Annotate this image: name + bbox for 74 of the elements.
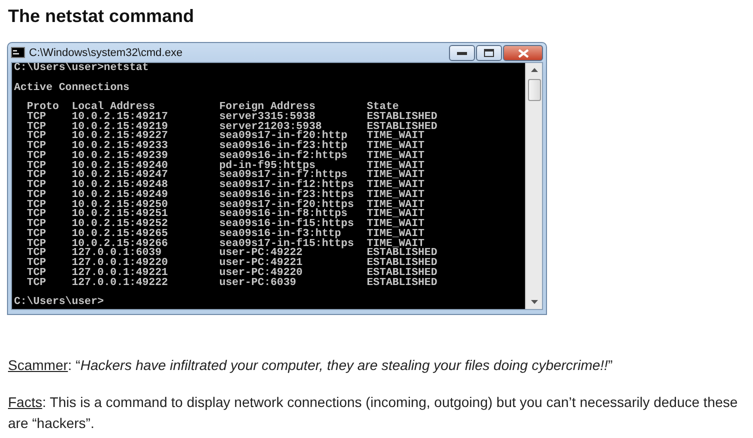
foreign-address-cell: sea09s17-in-f12:https — [219, 179, 354, 191]
proto-cell: TCP — [26, 150, 46, 162]
proto-cell: TCP — [26, 110, 46, 123]
proto-cell: TCP — [26, 188, 46, 201]
heading: The netstat command — [8, 5, 196, 28]
close-icon — [518, 48, 528, 58]
state-cell: ESTABLISHED — [366, 257, 438, 269]
local-address-cell: 10.0.2.15:49248 — [72, 179, 168, 191]
state-cell: ESTABLISHED — [366, 110, 438, 123]
scroll-down-icon[interactable] — [530, 300, 538, 304]
state-cell: TIME_WAIT — [366, 208, 424, 220]
column-header: State — [366, 101, 399, 113]
state-cell: TIME_WAIT — [366, 238, 424, 250]
local-address-cell: 10.0.2.15:49252 — [72, 218, 168, 230]
foreign-address-cell: sea09s16-in-f2:https — [219, 150, 348, 162]
state-cell: ESTABLISHED — [366, 276, 438, 288]
state-cell: TIME_WAIT — [366, 228, 424, 240]
state-cell: TIME_WAIT — [366, 150, 424, 162]
minimize-icon — [457, 51, 467, 55]
proto-cell: TCP — [26, 228, 46, 240]
proto-cell: TCP — [26, 266, 46, 279]
foreign-address-cell: sea09s17-in-f20:https — [219, 198, 354, 210]
state-cell: ESTABLISHED — [366, 266, 438, 279]
foreign-address-cell: sea09s16-in-f23:https — [219, 188, 354, 201]
foreign-address-cell: sea09s16-in-f15:https — [219, 218, 354, 230]
foreign-address-cell: sea09s17-in-f15:https — [219, 238, 354, 250]
proto-cell: TCP — [26, 257, 46, 269]
state-cell: TIME_WAIT — [366, 160, 424, 172]
maximize-button[interactable] — [476, 45, 502, 61]
label-link[interactable]: Scammer — [8, 357, 68, 373]
command-line: C:\Users\user>netstat — [14, 62, 149, 74]
window-title: C:\Windows\system32\cmd.exe — [29, 46, 184, 58]
local-address-cell: 10.0.2.15:49217 — [72, 110, 168, 123]
state-cell: TIME_WAIT — [366, 179, 424, 191]
state-cell: ESTABLISHED — [366, 120, 438, 132]
label-link[interactable]: Facts — [8, 394, 42, 410]
state-cell: TIME_WAIT — [366, 169, 424, 182]
proto-cell: TCP — [26, 218, 46, 230]
column-header: Foreign Address — [219, 101, 316, 113]
column-header: Local Address — [72, 101, 156, 113]
foreign-address-cell: user-PC:49221 — [219, 257, 303, 269]
scroll-up-icon[interactable] — [530, 68, 538, 72]
state-cell: TIME_WAIT — [366, 218, 424, 230]
local-address-cell: 10.0.2.15:49265 — [72, 228, 168, 240]
scrollbar[interactable] — [525, 63, 542, 309]
local-address-cell: 127.0.0.1:49221 — [72, 266, 168, 279]
foreign-address-cell: pd-in-f95:https — [219, 160, 316, 172]
local-address-cell: 127.0.0.1:49222 — [72, 276, 168, 288]
minimize-button[interactable] — [449, 45, 475, 61]
proto-cell: TCP — [26, 276, 46, 288]
paragraph: Scammer: “Hackers have infiltrated your computer, they are stealing your files doing cybercrime!!” — [8, 356, 614, 375]
local-address-cell: 127.0.0.1:49220 — [72, 257, 168, 269]
local-address-cell: 10.0.2.15:49249 — [72, 188, 168, 201]
proto-cell: TCP — [26, 140, 46, 152]
state-cell: TIME_WAIT — [366, 188, 424, 201]
local-address-cell: 10.0.2.15:49233 — [72, 140, 168, 152]
foreign-address-cell: sea09s16-in-f3:http — [219, 228, 342, 240]
paragraph: Facts: This is a command to display network connections (incoming, outgoing) but you can’t necessarily deduce these are “hackers”. — [8, 393, 739, 433]
scroll-thumb[interactable] — [528, 79, 540, 101]
proto-cell: TCP — [26, 179, 46, 191]
command-prompt: C:\Users\user> — [14, 296, 104, 308]
state-cell: TIME_WAIT — [366, 198, 424, 210]
foreign-address-cell: server3315:5938 — [219, 110, 316, 123]
foreign-address-cell: user-PC:49220 — [219, 266, 303, 279]
section-title: Active Connections — [14, 82, 130, 94]
close-button[interactable] — [503, 45, 543, 61]
state-cell: TIME_WAIT — [366, 130, 424, 142]
foreign-address-cell: user-PC:6039 — [219, 276, 296, 288]
column-header: Proto — [26, 101, 59, 113]
maximize-icon — [484, 49, 494, 57]
state-cell: TIME_WAIT — [366, 140, 424, 152]
foreign-address-cell: sea09s16-in-f23:http — [219, 140, 348, 152]
console-app-icon — [11, 47, 25, 58]
local-address-cell: 10.0.2.15:49239 — [72, 150, 168, 162]
